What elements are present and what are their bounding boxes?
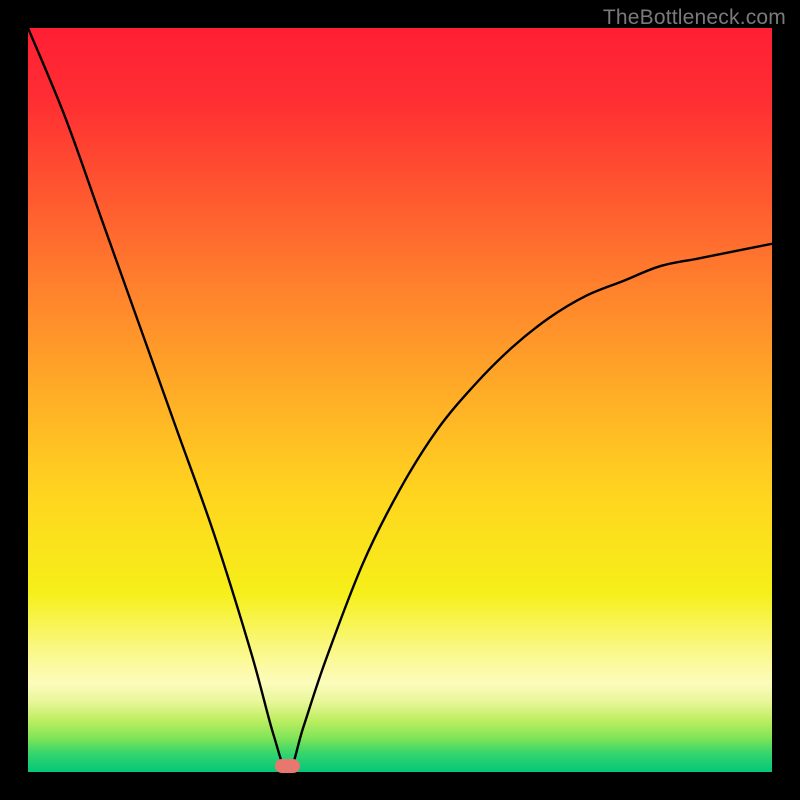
plot-background-gradient [28, 28, 772, 772]
watermark-text: TheBottleneck.com [603, 6, 786, 30]
plot-frame [28, 28, 772, 772]
